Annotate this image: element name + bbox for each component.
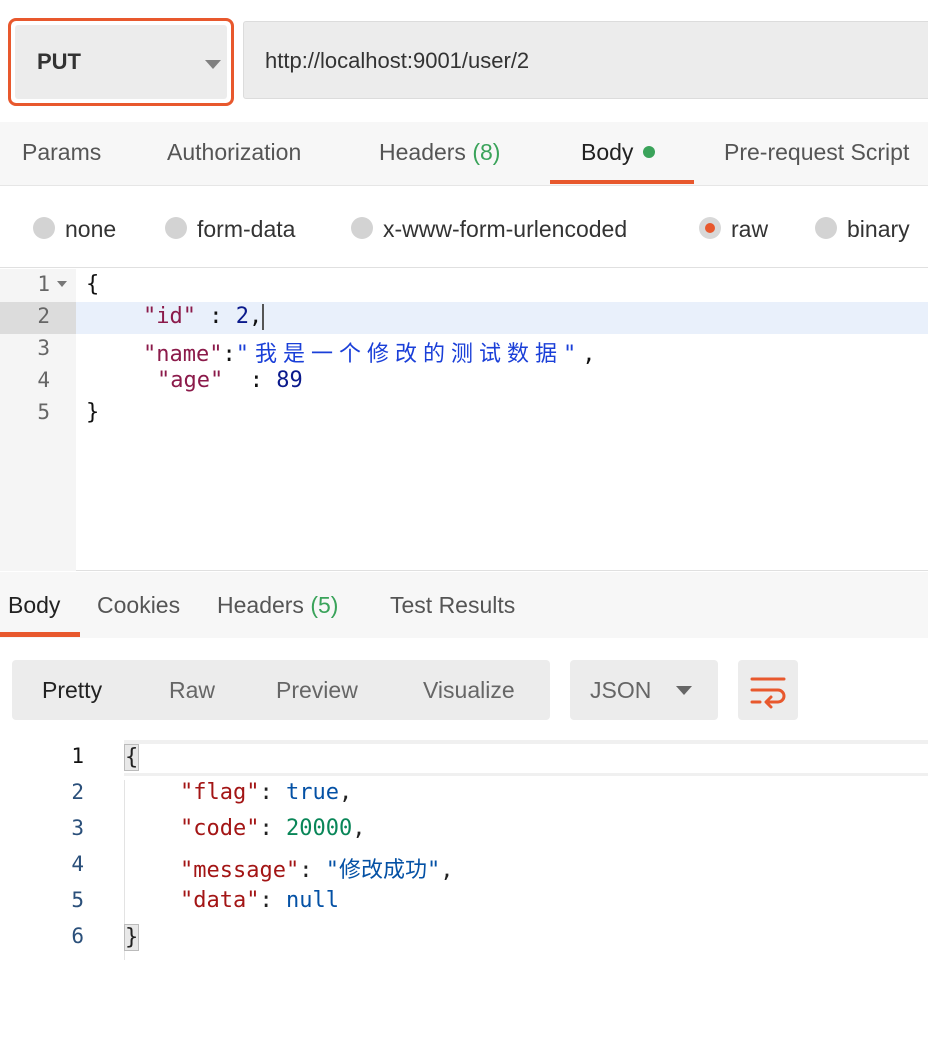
response-tab-cookies[interactable]: Cookies [97,592,180,619]
view-visualize-button[interactable]: Visualize [423,677,515,704]
response-active-tab-underline [0,632,80,637]
code-line: { [86,272,100,297]
line-number: 6 [71,924,84,948]
radio-none[interactable]: none [33,216,116,243]
chevron-down-icon [676,686,692,695]
tab-body[interactable]: Body [581,139,656,166]
response-tabs: Body Cookies Headers (5) Test Results [0,572,928,638]
code-line: } [86,400,100,425]
response-body-viewer[interactable]: 1 2 3 4 5 6 { "flag": true, "code": 2000… [0,740,928,1046]
code-line: "flag": true, [180,780,353,805]
line-number: 5 [37,400,50,424]
code-line: "id" : 2, [143,304,265,330]
format-label: JSON [590,677,652,703]
radio-x-www-form-urlencoded[interactable]: x-www-form-urlencoded [351,216,627,243]
active-tab-underline [550,180,694,184]
radio-circle-icon [33,216,55,239]
line-number: 5 [71,888,84,912]
body-indicator-dot [643,145,656,158]
method-select[interactable]: PUT [8,18,234,106]
radio-raw[interactable]: raw [699,216,768,243]
tab-pre-request-script[interactable]: Pre-request Script [724,139,909,166]
view-raw-button[interactable]: Raw [169,677,215,704]
response-headers-count: (5) [310,592,339,618]
line-number: 4 [37,368,50,392]
current-line-highlight [124,740,928,776]
line-number: 3 [71,816,84,840]
view-pretty-button[interactable]: Pretty [42,677,102,704]
active-line-highlight [0,302,928,334]
tab-params[interactable]: Params [22,139,101,166]
line-number: 4 [71,852,84,876]
code-line: "name":"我是一个修改的测试数据", [143,342,596,367]
code-line: { [124,744,140,771]
radio-form-data[interactable]: form-data [165,216,295,243]
headers-count: (8) [472,139,501,165]
code-line: "message": "修改成功", [180,858,454,883]
request-tabs: Params Authorization Headers (8) Body Pr… [0,122,928,186]
radio-circle-icon [815,216,837,239]
radio-selected-icon [699,216,721,239]
method-label: PUT [37,49,81,74]
wrap-lines-icon [750,677,786,709]
line-number: 1 [37,272,50,296]
request-bar: PUT http://localhost:9001/user/2 [0,0,928,120]
url-input[interactable]: http://localhost:9001/user/2 [243,21,928,99]
view-preview-button[interactable]: Preview [276,677,358,704]
chevron-down-icon [205,60,221,69]
code-line: "data": null [180,888,339,913]
line-number: 2 [71,780,84,804]
body-type-radios: none form-data x-www-form-urlencoded raw… [0,188,928,268]
response-tab-test-results[interactable]: Test Results [390,592,515,619]
code-line: } [124,924,140,951]
line-number: 2 [37,304,50,328]
radio-binary[interactable]: binary [815,216,910,243]
tab-headers[interactable]: Headers (8) [379,139,500,166]
matched-brace: { [124,744,140,771]
matched-brace: } [124,924,140,951]
code-line: "code": 20000, [180,816,366,841]
code-line: "age" : 89 [157,368,303,393]
line-number: 1 [71,744,84,768]
tab-authorization[interactable]: Authorization [167,139,301,166]
radio-circle-icon [351,216,373,239]
text-cursor [262,304,265,330]
response-toolbar: Pretty Raw Preview Visualize JSON [0,638,928,740]
url-text: http://localhost:9001/user/2 [265,48,530,73]
response-tab-headers[interactable]: Headers (5) [217,592,338,619]
wrap-lines-button[interactable] [738,660,798,720]
format-select[interactable]: JSON [570,660,718,720]
radio-circle-icon [165,216,187,239]
response-tab-body[interactable]: Body [8,592,60,619]
view-mode-group: Pretty Raw Preview Visualize [12,660,550,720]
fold-arrow-icon[interactable] [57,281,67,287]
request-body-editor[interactable]: 1 2 3 4 5 { "id" : 2, "name":"我是一个修改的测试数… [0,269,928,571]
line-number: 3 [37,336,50,360]
